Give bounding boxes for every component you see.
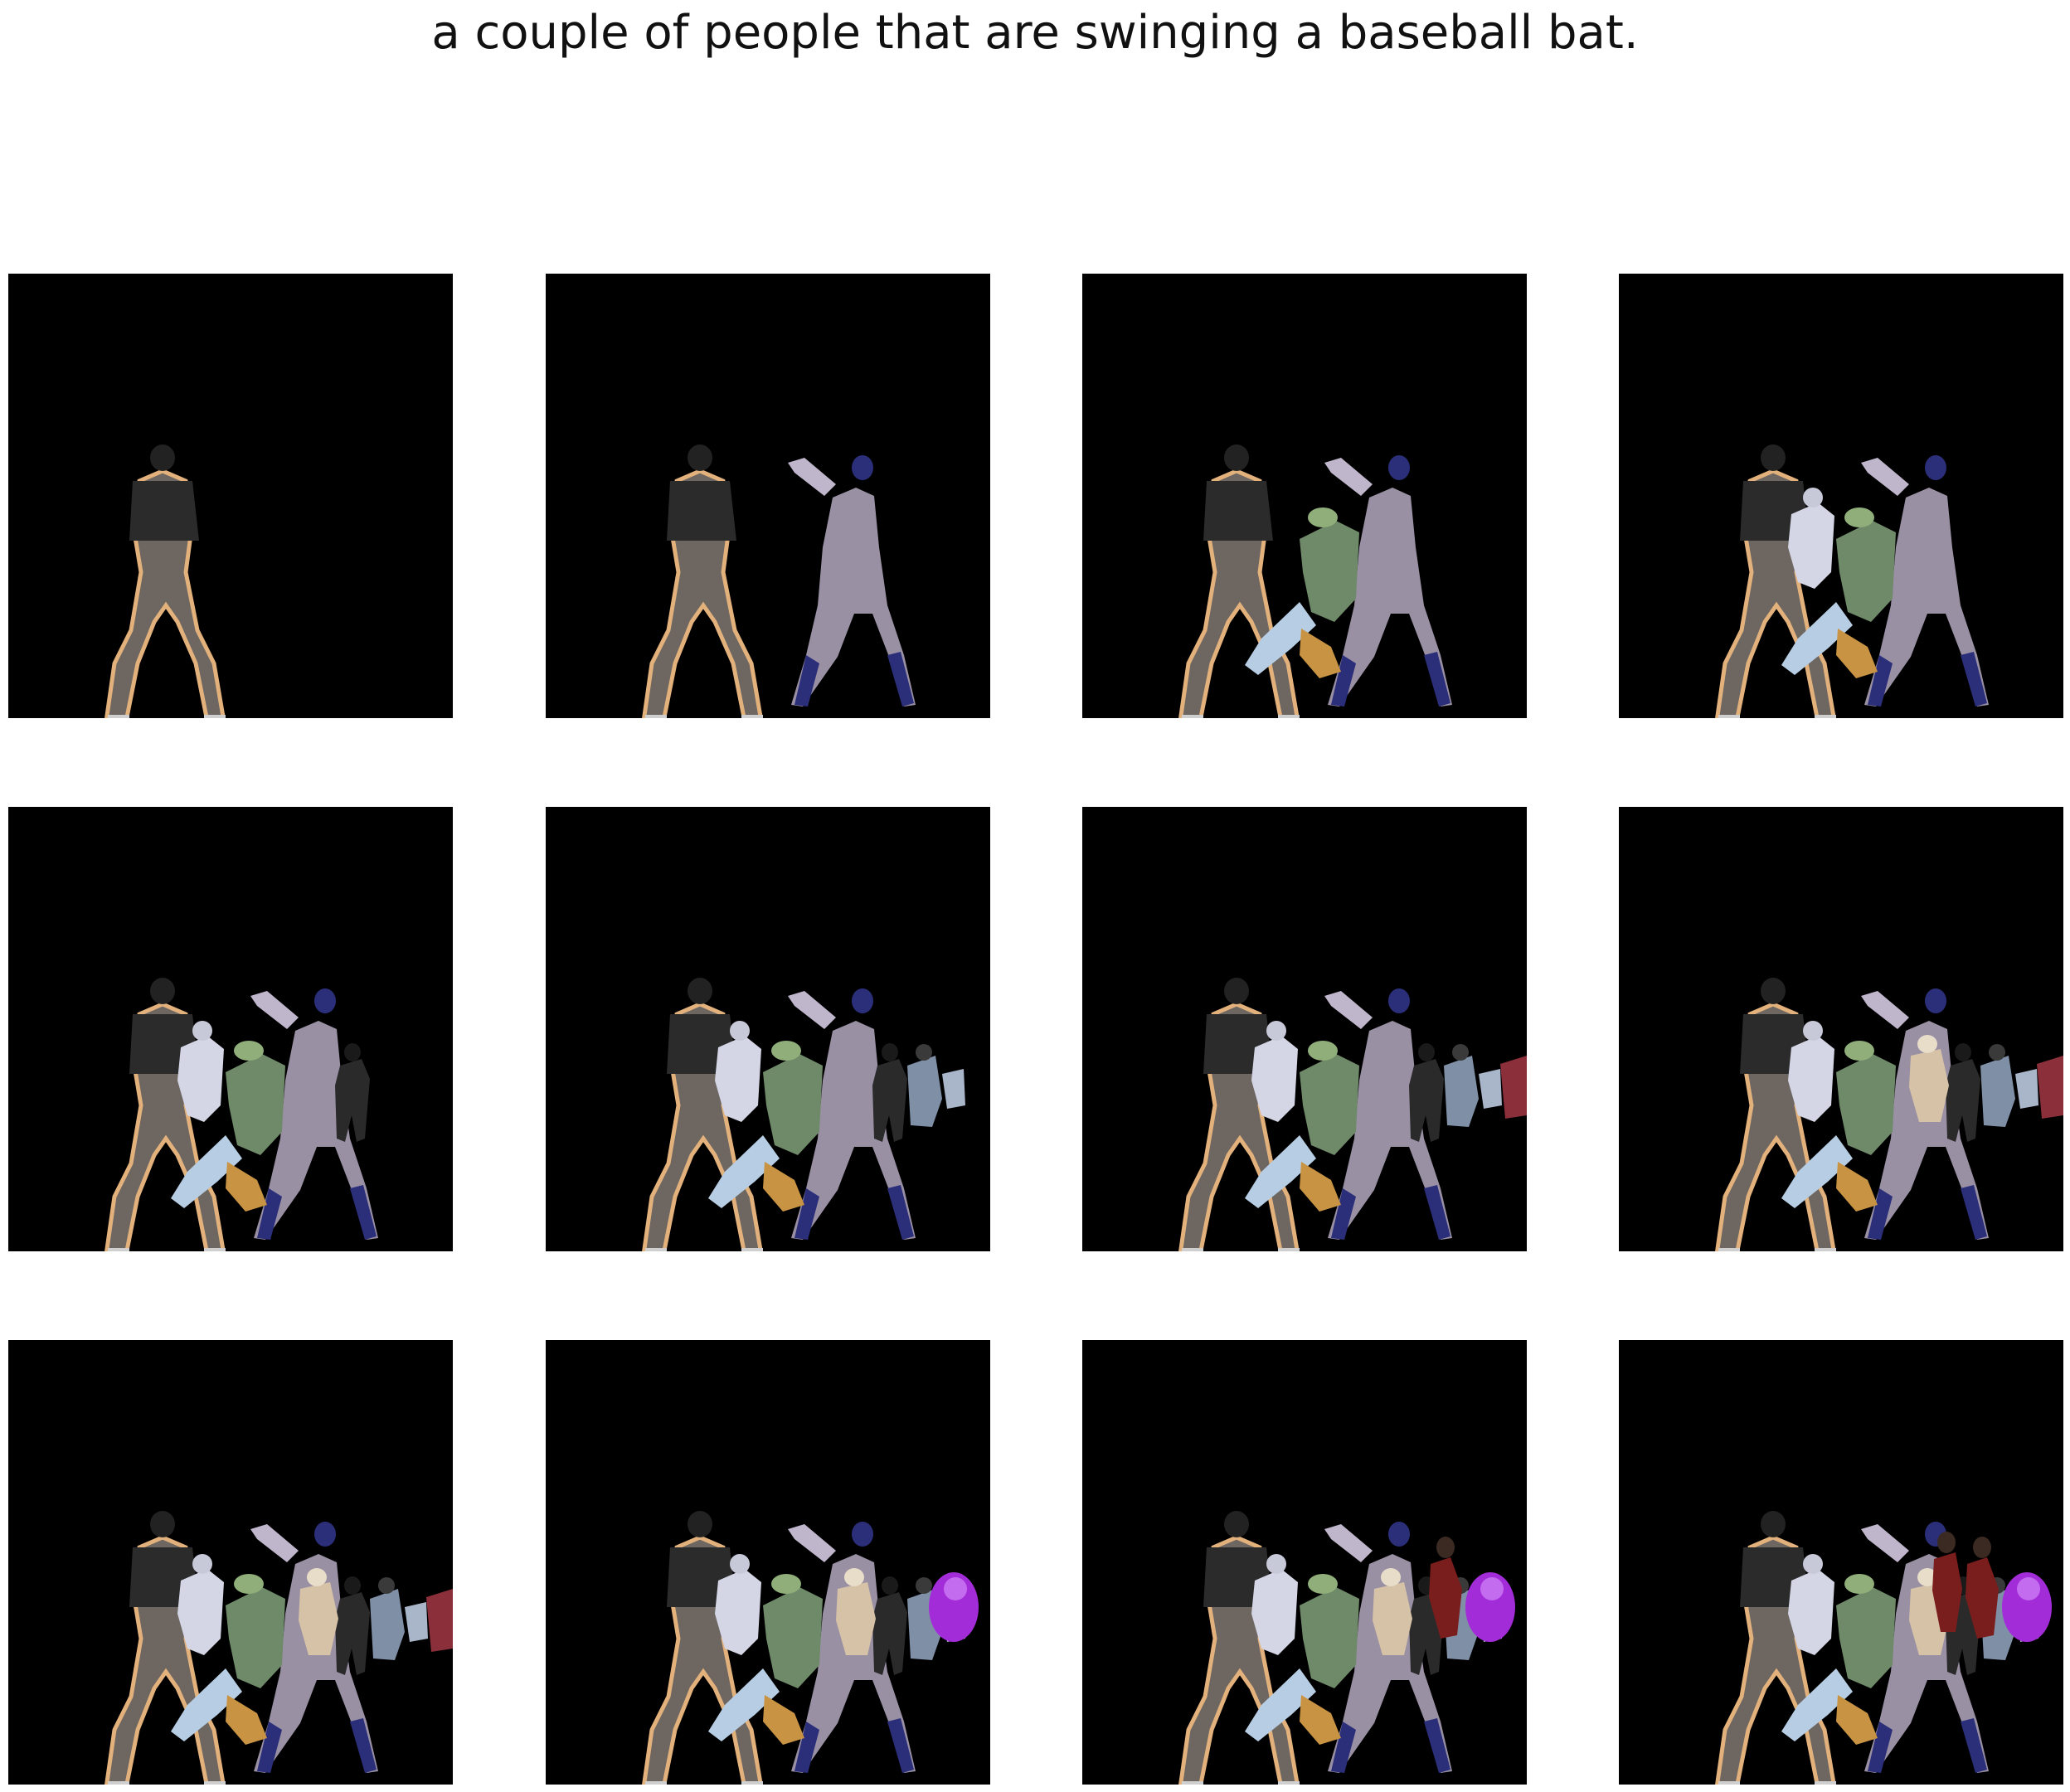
spectator-dark bbox=[335, 1043, 370, 1142]
panel-10-image bbox=[642, 1511, 979, 1785]
panel-1 bbox=[8, 274, 453, 718]
panel-3 bbox=[1082, 274, 1527, 718]
umpire bbox=[1178, 444, 1300, 718]
panel-10 bbox=[546, 1340, 990, 1785]
spectator-red-edge bbox=[426, 1589, 453, 1652]
umpire bbox=[104, 444, 226, 718]
figure-caption: a couple of people that are swinging a b… bbox=[431, 6, 1639, 60]
purple-blob bbox=[2002, 1572, 2052, 1642]
spectator-dark bbox=[872, 1576, 907, 1675]
spectator-group bbox=[1444, 1044, 1502, 1127]
panel-1-image bbox=[104, 444, 226, 718]
spectator-group bbox=[370, 1577, 428, 1660]
panel-9 bbox=[8, 1340, 453, 1785]
panel-9-image bbox=[104, 1511, 453, 1785]
panel-12-image bbox=[1715, 1511, 2052, 1785]
spectator-dark bbox=[335, 1576, 370, 1675]
panel-4 bbox=[1619, 274, 2063, 718]
spectator-dark bbox=[1946, 1043, 1980, 1142]
batter bbox=[788, 455, 916, 707]
panel-2 bbox=[546, 274, 990, 718]
spectator-group bbox=[1980, 1044, 2038, 1127]
panel-6-image bbox=[642, 978, 965, 1251]
spectator-red-edge bbox=[2037, 1056, 2063, 1119]
panel-2-image bbox=[642, 444, 916, 718]
panel-11-image bbox=[1178, 1511, 1515, 1785]
spectator-red-edge bbox=[1500, 1056, 1527, 1119]
panel-5-image bbox=[104, 978, 378, 1251]
purple-blob bbox=[929, 1572, 979, 1642]
umpire bbox=[642, 444, 763, 718]
panel-7 bbox=[1082, 807, 1527, 1251]
panel-12 bbox=[1619, 1340, 2063, 1785]
panel-11 bbox=[1082, 1340, 1527, 1785]
panel-6 bbox=[546, 807, 990, 1251]
panel-8-image bbox=[1715, 978, 2063, 1251]
purple-blob bbox=[1465, 1572, 1515, 1642]
panel-3-image bbox=[1178, 444, 1452, 718]
panel-5 bbox=[8, 807, 453, 1251]
spectator-dark bbox=[1409, 1043, 1444, 1142]
spectator-group bbox=[907, 1044, 965, 1127]
panel-8 bbox=[1619, 807, 2063, 1251]
panel-4-image bbox=[1715, 444, 1989, 718]
panel-7-image bbox=[1178, 978, 1527, 1251]
spectator-dark bbox=[872, 1043, 907, 1142]
